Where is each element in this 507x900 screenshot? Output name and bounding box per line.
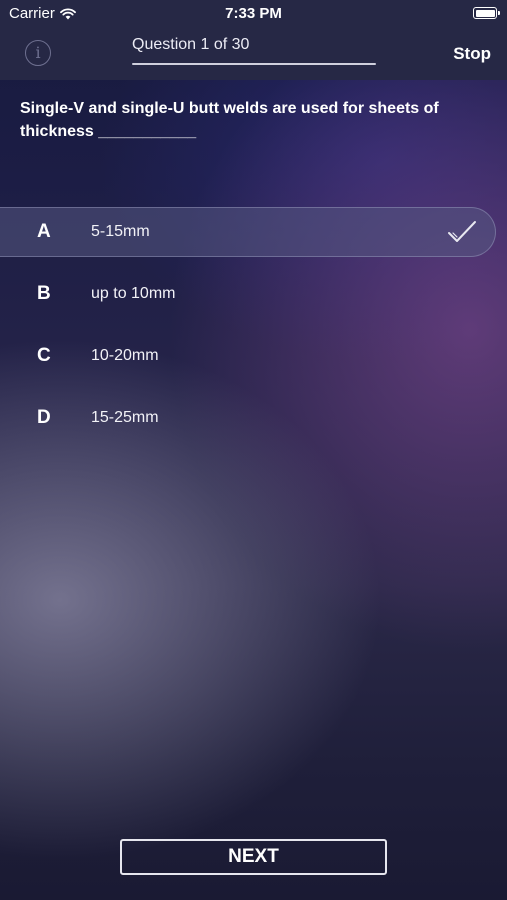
answer-text: 10-20mm	[91, 347, 159, 364]
answer-letter: B	[37, 283, 51, 304]
next-button[interactable]: NEXT	[120, 839, 387, 875]
checkmark-icon	[447, 219, 477, 245]
answer-letter: A	[37, 221, 51, 242]
answer-letter: D	[37, 407, 51, 428]
answer-text: 5-15mm	[91, 223, 150, 240]
info-icon[interactable]: i	[25, 40, 51, 66]
status-time: 7:33 PM	[225, 5, 282, 22]
answer-option-d[interactable]: D 15-25mm	[0, 393, 507, 443]
answer-list: A 5-15mm B up to 10mm C 10-20mm D 15-25m…	[0, 207, 507, 455]
nav-bar: i Question 1 of 30 Stop	[0, 28, 507, 80]
answer-option-c[interactable]: C 10-20mm	[0, 331, 507, 381]
stop-button[interactable]: Stop	[453, 44, 491, 64]
answer-text: up to 10mm	[91, 285, 176, 302]
answer-text: 15-25mm	[91, 409, 159, 426]
answer-letter: C	[37, 345, 51, 366]
status-bar: Carrier 7:33 PM	[0, 0, 507, 28]
answer-option-b[interactable]: B up to 10mm	[0, 269, 507, 319]
progress-underline	[132, 63, 376, 65]
battery-icon	[473, 7, 500, 19]
question-counter: Question 1 of 30	[132, 36, 250, 53]
answer-option-a[interactable]: A 5-15mm	[0, 207, 496, 257]
question-text: Single-V and single-U butt welds are use…	[20, 100, 439, 140]
